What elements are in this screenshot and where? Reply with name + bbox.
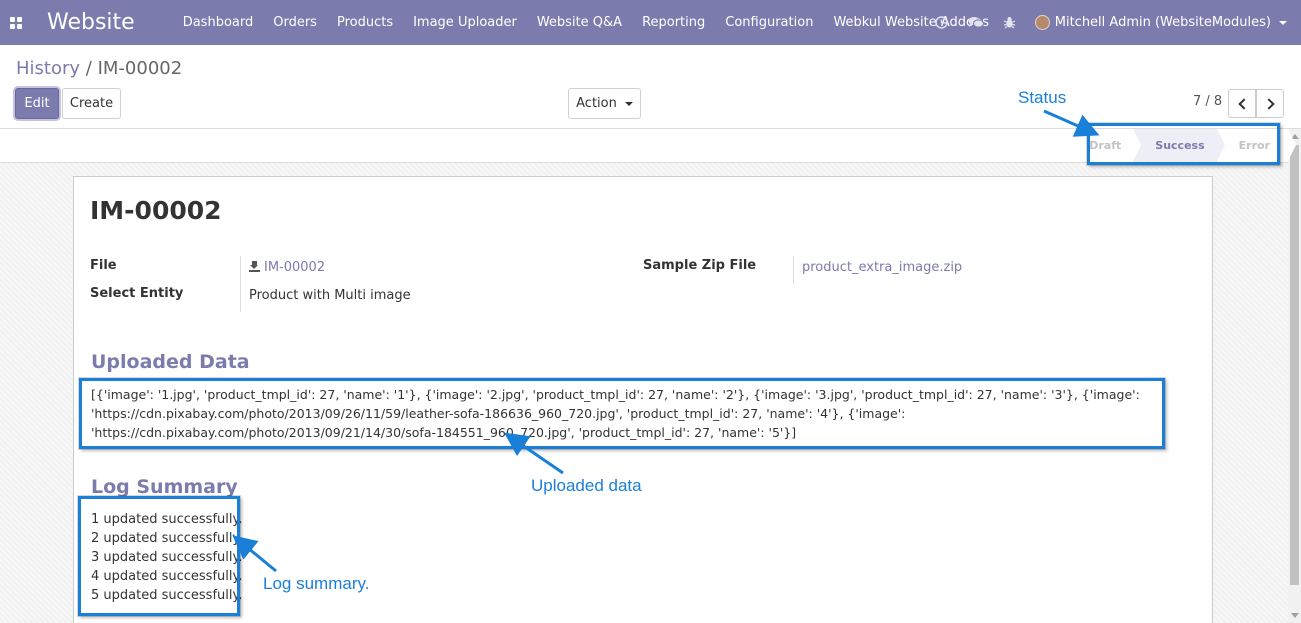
breadcrumb-current: IM-00002: [97, 58, 183, 79]
chevron-down-icon: [624, 101, 633, 106]
chevron-right-icon: [1262, 97, 1275, 110]
breadcrumb-separator: /: [85, 58, 92, 79]
entity-label: Select Entity: [90, 286, 184, 301]
log-summary-heading: Log Summary: [91, 476, 238, 498]
status-annotation-label: Status: [1018, 88, 1067, 107]
menu-image-uploader[interactable]: Image Uploader: [403, 0, 527, 45]
pager-next-button[interactable]: [1256, 89, 1284, 118]
scroll-down-icon[interactable]: [1291, 613, 1299, 618]
apps-menu-icon[interactable]: [0, 0, 32, 45]
record-title: IM-00002: [90, 196, 222, 225]
log-annotation-label: Log summary.: [263, 574, 370, 593]
menu-dashboard[interactable]: Dashboard: [173, 0, 264, 45]
menu-reporting[interactable]: Reporting: [632, 0, 715, 45]
pager-value[interactable]: 7 / 8: [1193, 94, 1222, 109]
uploaded-annotation-label: Uploaded data: [531, 476, 642, 495]
pager-previous-button[interactable]: [1228, 89, 1256, 118]
menu-website-qa[interactable]: Website Q&A: [527, 0, 632, 45]
action-dropdown[interactable]: Action: [568, 88, 641, 119]
entity-value: Product with Multi image: [249, 288, 411, 303]
breadcrumb: History / IM-00002: [16, 58, 182, 79]
user-name: Mitchell Admin (WebsiteModules): [1054, 15, 1271, 30]
field-divider: [240, 256, 241, 312]
uploaded-annotation-box: [79, 378, 1165, 449]
uploaded-data-heading: Uploaded Data: [91, 351, 250, 373]
main-menu: Dashboard Orders Products Image Uploader…: [173, 0, 999, 45]
menu-configuration[interactable]: Configuration: [715, 0, 823, 45]
field-divider: [793, 256, 794, 284]
user-menu[interactable]: Mitchell Admin (WebsiteModules): [1027, 15, 1301, 30]
file-label: File: [90, 258, 117, 273]
clock-icon[interactable]: [925, 0, 959, 45]
download-icon: [249, 261, 260, 272]
top-navbar: Website Dashboard Orders Products Image …: [0, 0, 1301, 45]
action-label: Action: [576, 96, 617, 111]
bug-icon[interactable]: [993, 0, 1027, 45]
create-button[interactable]: Create: [62, 88, 121, 119]
sample-zip-label: Sample Zip File: [643, 258, 757, 273]
log-annotation-box: [78, 496, 240, 616]
app-brand[interactable]: Website: [47, 10, 135, 35]
menu-orders[interactable]: Orders: [263, 0, 327, 45]
chat-icon[interactable]: [959, 0, 993, 45]
file-link[interactable]: IM-00002: [264, 260, 325, 275]
sample-zip-link[interactable]: product_extra_image.zip: [802, 260, 962, 275]
scrollbar[interactable]: [1288, 129, 1301, 623]
status-annotation-box: [1087, 123, 1280, 165]
scroll-thumb[interactable]: [1290, 145, 1299, 585]
avatar: [1034, 15, 1050, 30]
file-field[interactable]: IM-00002: [249, 260, 325, 275]
chevron-down-icon: [1279, 20, 1287, 25]
chevron-left-icon: [1237, 97, 1250, 110]
edit-button[interactable]: Edit: [15, 88, 59, 119]
breadcrumb-history[interactable]: History: [16, 58, 80, 79]
menu-products[interactable]: Products: [327, 0, 403, 45]
